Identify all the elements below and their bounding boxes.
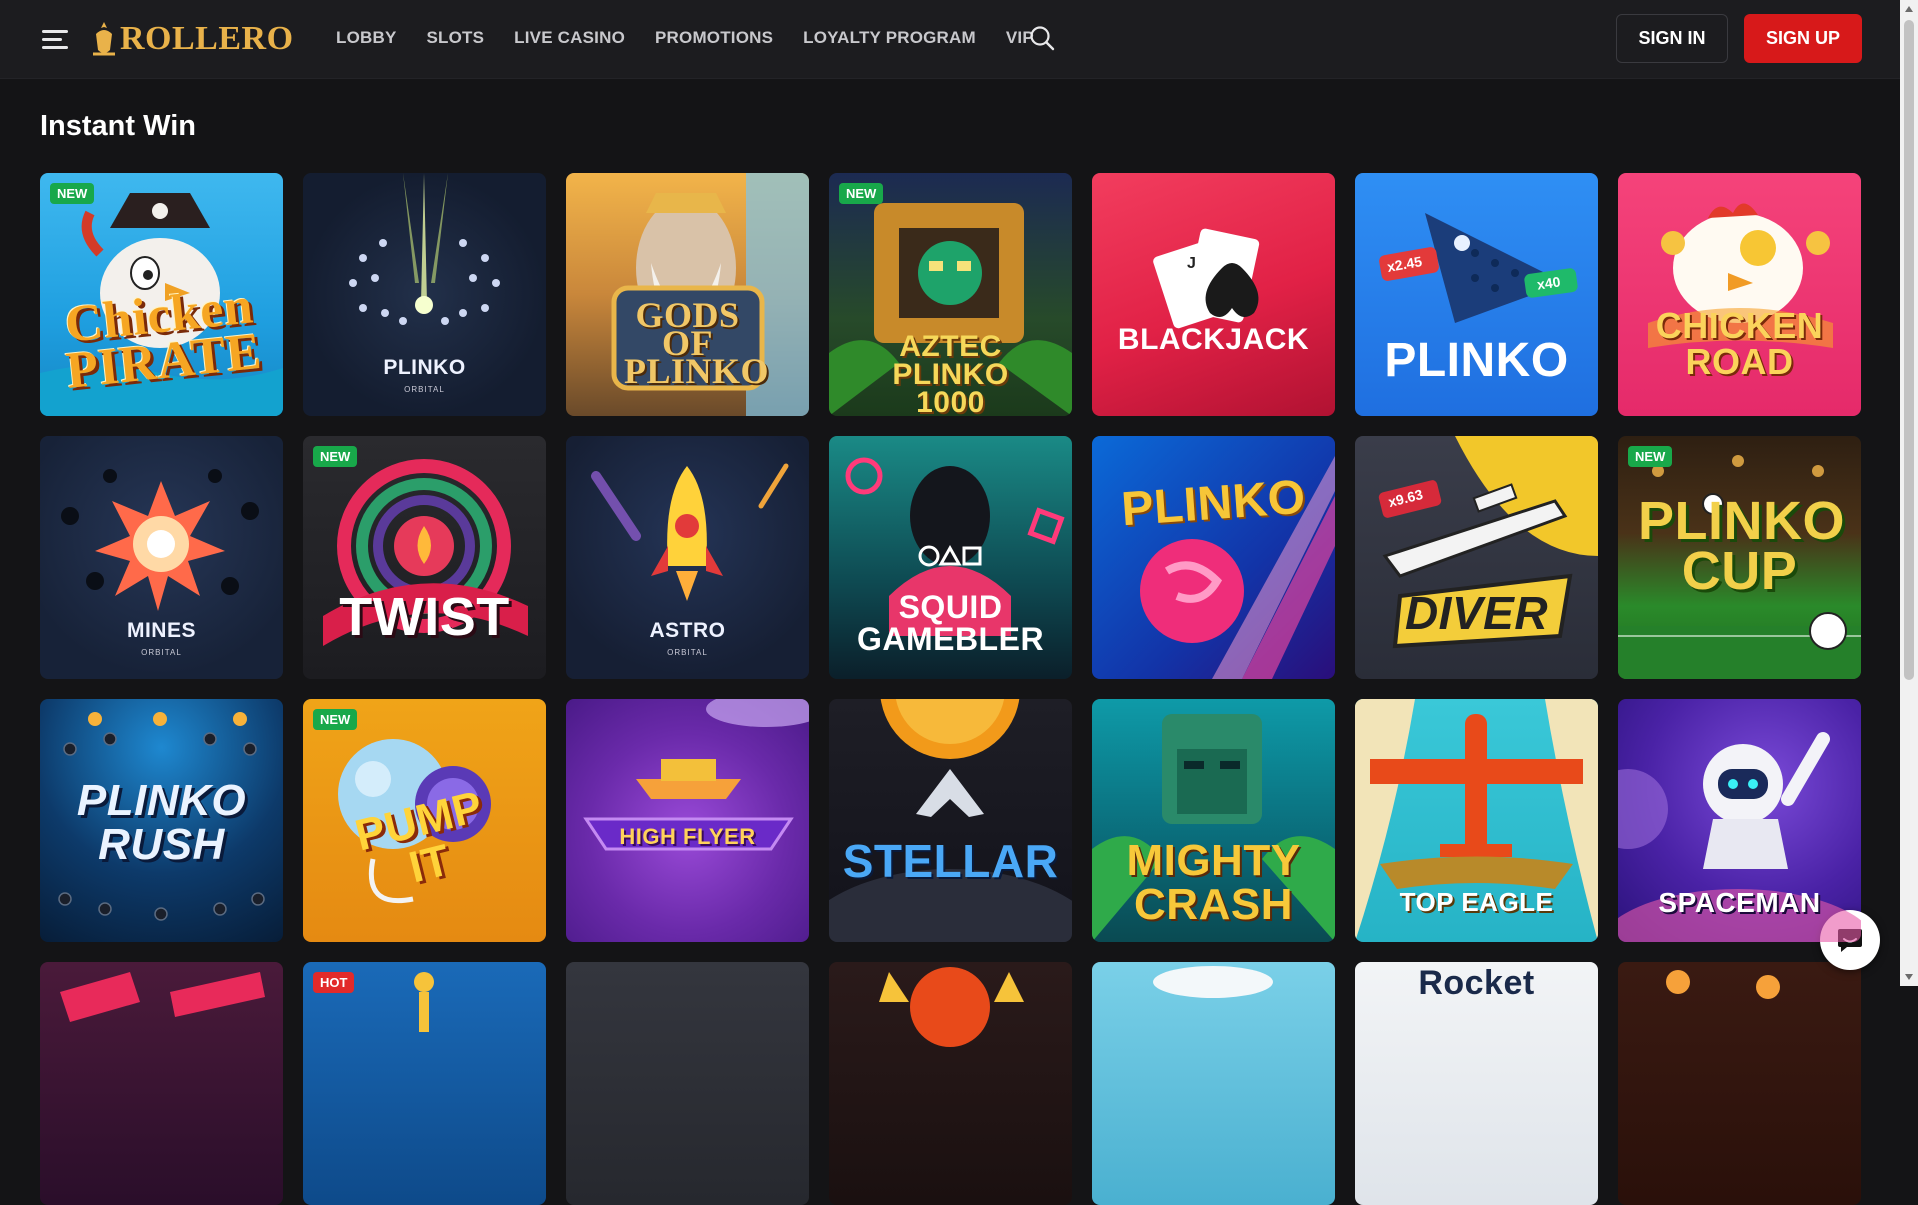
- game-tile[interactable]: Rocket: [1355, 962, 1598, 1205]
- game-title: PLINKO RUSH: [76, 776, 247, 869]
- game-tile[interactable]: PLINKO: [1092, 436, 1335, 679]
- game-art: [60, 972, 265, 1022]
- game-tile[interactable]: MIGHTY CRASH: [1092, 699, 1335, 942]
- new-badge: NEW: [313, 709, 358, 730]
- search-icon[interactable]: [1029, 25, 1055, 51]
- game-subtitle: ORBITAL: [141, 648, 182, 657]
- game-title: TOP EAGLE: [1399, 887, 1554, 917]
- game-grid: Chicken PIRATE NEW PLINKO ORBITAL GODS O…: [40, 173, 1861, 1205]
- game-tile[interactable]: SQUID GAMEBLER: [829, 436, 1072, 679]
- new-badge: NEW: [313, 446, 358, 467]
- game-subtitle: ORBITAL: [404, 385, 445, 394]
- game-tile[interactable]: Chicken PIRATE NEW: [40, 173, 283, 416]
- game-tile[interactable]: HOT: [303, 962, 546, 1205]
- game-tile[interactable]: [1618, 962, 1861, 1205]
- sign-up-button[interactable]: SIGN UP: [1744, 14, 1862, 63]
- new-badge: NEW: [1628, 446, 1673, 467]
- game-title: ASTRO: [649, 619, 726, 642]
- game-title: Rocket: [1418, 964, 1535, 1002]
- hot-badge: HOT: [313, 972, 355, 993]
- game-tile[interactable]: x2.45 x40 PLINKO: [1355, 173, 1598, 416]
- game-tile[interactable]: STELLAR: [829, 699, 1072, 942]
- scrollbar-thumb[interactable]: [1904, 20, 1914, 680]
- game-art: [1666, 970, 1780, 999]
- game-title: PLINKO: [383, 356, 466, 379]
- game-tile[interactable]: x9.63 DIVER: [1355, 436, 1598, 679]
- game-tile[interactable]: ASTRO ORBITAL: [566, 436, 809, 679]
- game-tile[interactable]: HIGH FLYER: [566, 699, 809, 942]
- game-title: AZTEC PLINKO 1000: [892, 330, 1009, 417]
- game-title: GODS OF PLINKO: [624, 295, 770, 391]
- game-tile[interactable]: PLINKO ORBITAL: [303, 173, 546, 416]
- game-title: MIGHTY CRASH: [1126, 836, 1301, 929]
- game-tile[interactable]: AZTEC PLINKO 1000 NEW: [829, 173, 1072, 416]
- game-subtitle: ORBITAL: [667, 648, 708, 657]
- brand-name: ROLLERO: [120, 20, 294, 57]
- game-art: [583, 699, 809, 851]
- sign-in-button[interactable]: SIGN IN: [1616, 14, 1728, 63]
- logo-icon: [93, 22, 115, 56]
- game-art: [1378, 436, 1598, 649]
- game-tile[interactable]: MINES ORBITAL: [40, 436, 283, 679]
- section-title: Instant Win: [40, 110, 197, 142]
- game-art: J: [1153, 228, 1260, 329]
- game-tile[interactable]: TWIST NEW: [303, 436, 546, 679]
- game-title: DIVER: [1404, 587, 1549, 639]
- game-tile[interactable]: [566, 962, 809, 1205]
- game-title: STELLAR: [842, 835, 1059, 887]
- game-tile[interactable]: PLINKO CUP NEW: [1618, 436, 1861, 679]
- game-tile[interactable]: TOP EAGLE: [1355, 699, 1598, 942]
- nav-promotions[interactable]: PROMOTIONS: [655, 28, 773, 48]
- game-title: HIGH FLYER: [619, 824, 756, 849]
- game-title: CHICKEN ROAD: [1655, 305, 1824, 382]
- nav-loyalty-program[interactable]: LOYALTY PROGRAM: [803, 28, 976, 48]
- game-tile[interactable]: [40, 962, 283, 1205]
- top-header: ROLLERO LOBBY SLOTS LIVE CASINO PROMOTIO…: [0, 0, 1900, 79]
- main-nav: LOBBY SLOTS LIVE CASINO PROMOTIONS LOYAL…: [336, 28, 1034, 48]
- game-title: TWIST: [339, 587, 510, 647]
- game-art: [879, 967, 1024, 1047]
- game-tile[interactable]: PUMP IT NEW: [303, 699, 546, 942]
- game-art: [1153, 966, 1273, 998]
- game-tile[interactable]: GODS OF PLINKO: [566, 173, 809, 416]
- new-badge: NEW: [50, 183, 95, 204]
- multiplier-label: x40: [1536, 273, 1562, 293]
- game-tile[interactable]: PLINKO RUSH: [40, 699, 283, 942]
- scroll-up-icon[interactable]: [1905, 6, 1913, 12]
- new-badge: NEW: [839, 183, 884, 204]
- game-title: SQUID GAMEBLER: [856, 589, 1045, 657]
- game-tile[interactable]: J BLACKJACK: [1092, 173, 1335, 416]
- game-title: PLINKO: [1384, 334, 1569, 387]
- game-title: SPACEMAN: [1658, 887, 1821, 918]
- game-art: [414, 972, 434, 1032]
- nav-lobby[interactable]: LOBBY: [336, 28, 397, 48]
- game-title: MINES: [126, 619, 196, 642]
- game-tile[interactable]: [1092, 962, 1335, 1205]
- game-tile[interactable]: SPACEMAN: [1618, 699, 1861, 942]
- game-title: PLINKO CUP: [1638, 491, 1846, 601]
- nav-slots[interactable]: SLOTS: [427, 28, 485, 48]
- game-art: [829, 699, 1072, 942]
- game-title: Chicken PIRATE: [62, 277, 265, 400]
- page-scrollbar[interactable]: [1900, 0, 1918, 986]
- game-tile[interactable]: [829, 962, 1072, 1205]
- card-j-label: J: [1187, 255, 1196, 272]
- brand-logo[interactable]: ROLLERO: [90, 18, 294, 60]
- game-title: BLACKJACK: [1117, 323, 1310, 356]
- scroll-down-icon[interactable]: [1905, 974, 1913, 980]
- game-tile[interactable]: CHICKEN ROAD: [1618, 173, 1861, 416]
- menu-icon[interactable]: [42, 28, 68, 50]
- nav-live-casino[interactable]: LIVE CASINO: [514, 28, 625, 48]
